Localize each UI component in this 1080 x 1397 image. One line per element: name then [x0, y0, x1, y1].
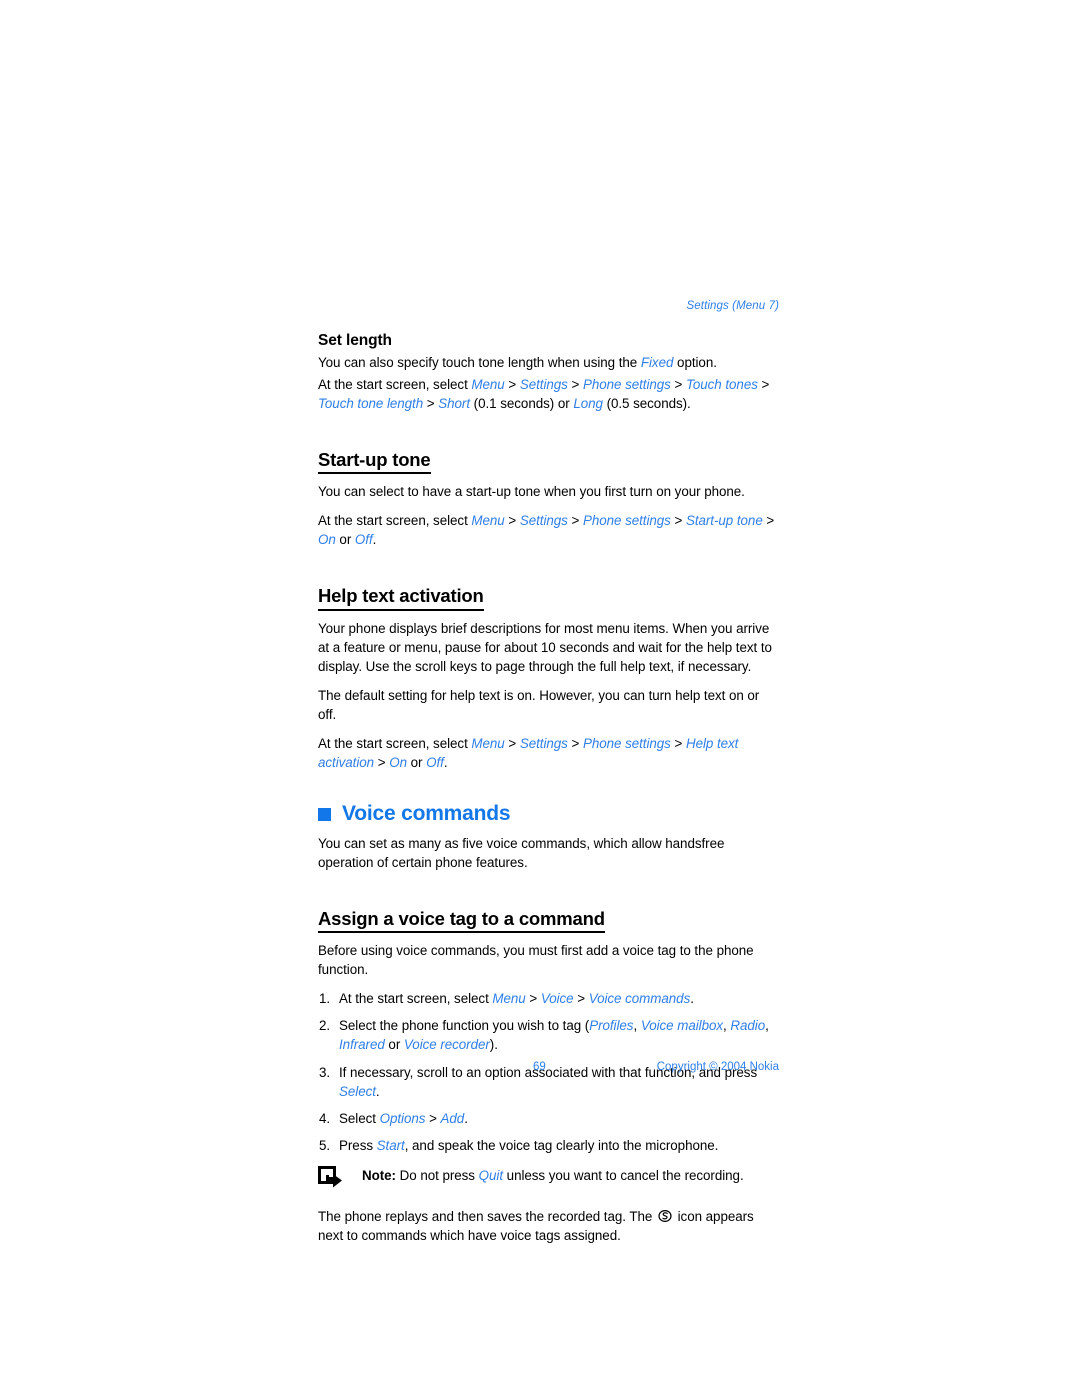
- ui-ref-voice-recorder: Voice recorder: [403, 1037, 490, 1053]
- copyright-notice: Copyright © 2004 Nokia: [656, 1061, 779, 1073]
- note-callout: Note: Do not press Quit unless you want …: [318, 1165, 779, 1191]
- ui-ref-voice: Voice: [540, 991, 574, 1007]
- ui-ref-radio: Radio: [730, 1018, 766, 1034]
- ui-ref-long: Long: [573, 396, 603, 412]
- text-fragment: unless you want to cancel the recording.: [503, 1167, 744, 1183]
- note-text: Note: Do not press Quit unless you want …: [362, 1165, 744, 1185]
- list-item-number: 2.: [319, 1018, 331, 1034]
- list-item-number: 5.: [319, 1137, 331, 1153]
- ui-ref-startup-tone: Start-up tone: [685, 513, 763, 529]
- ui-ref-settings: Settings: [519, 377, 568, 393]
- heading-assign-voice-tag: Assign a voice tag to a command: [318, 908, 605, 934]
- list-item-number: 4.: [319, 1110, 331, 1126]
- text-fragment: At the start screen, select: [339, 991, 493, 1007]
- text-fragment: Do not press: [395, 1167, 479, 1183]
- paragraph-set-length-intro: You can also specify touch tone length w…: [318, 353, 779, 372]
- paragraph-help-text-2: The default setting for help text is on.…: [318, 687, 760, 722]
- text-fragment: .: [372, 532, 377, 548]
- ui-ref-short: Short: [438, 396, 471, 412]
- text-fragment: Select: [339, 1110, 380, 1126]
- text-fragment: The phone replays and then saves the rec…: [318, 1208, 656, 1224]
- text-fragment: or: [406, 754, 427, 770]
- paragraph-assign-voice-tag-intro: Before using voice commands, you must fi…: [318, 943, 754, 978]
- ui-ref-infrared: Infrared: [339, 1037, 385, 1053]
- text-fragment: option.: [673, 355, 717, 370]
- ui-ref-profiles: Profiles: [589, 1018, 634, 1034]
- paragraph-closing: The phone replays and then saves the rec…: [318, 1207, 779, 1245]
- ui-ref-phone-settings: Phone settings: [582, 377, 671, 393]
- text-fragment: Press: [339, 1137, 377, 1153]
- running-header: Settings (Menu 7): [686, 300, 779, 312]
- ui-ref-voice-commands: Voice commands: [588, 991, 691, 1007]
- ui-ref-settings: Settings: [519, 513, 568, 529]
- text-fragment: At the start screen, select: [318, 735, 472, 751]
- ui-ref-touch-tones: Touch tones: [685, 377, 758, 393]
- ui-ref-menu: Menu: [471, 377, 505, 393]
- ui-ref-off: Off: [426, 754, 444, 770]
- text-fragment: At the start screen, select: [318, 377, 472, 393]
- paragraph-voice-commands-intro: You can set as many as five voice comman…: [318, 836, 725, 871]
- ui-ref-menu: Menu: [471, 513, 505, 529]
- paragraph-startup-tone-intro: You can select to have a start-up tone w…: [318, 484, 745, 500]
- text-fragment: You can also specify touch tone length w…: [318, 355, 641, 370]
- page-number: 69: [533, 1061, 546, 1073]
- chapter-heading-voice-commands: Voice commands: [318, 802, 779, 825]
- ui-ref-menu: Menu: [492, 991, 526, 1007]
- heading-startup-tone: Start-up tone: [318, 449, 431, 475]
- voice-tag-icon: [658, 1209, 672, 1223]
- ui-ref-on: On: [318, 532, 336, 548]
- document-page: Settings (Menu 7) Set length You can als…: [0, 0, 1080, 1397]
- ui-ref-quit: Quit: [478, 1167, 503, 1183]
- list-item: 1. At the start screen, select Menu > Voi…: [318, 989, 779, 1008]
- text-fragment: (0.1 seconds) or: [470, 396, 574, 412]
- paragraph-help-text-path: At the start screen, select Menu > Setti…: [318, 735, 739, 770]
- text-fragment: or: [335, 532, 355, 548]
- text-fragment: Select the phone function you wish to ta…: [339, 1018, 590, 1034]
- ui-ref-voice-mailbox: Voice mailbox: [640, 1018, 724, 1034]
- text-fragment: .: [375, 1083, 380, 1099]
- ui-ref-off: Off: [354, 532, 373, 548]
- paragraph-help-text-1: Your phone displays brief descriptions f…: [318, 620, 772, 674]
- heading-help-text-activation: Help text activation: [318, 585, 484, 611]
- text-fragment: , and speak the voice tag clearly into t…: [404, 1137, 719, 1153]
- ui-ref-phone-settings: Phone settings: [582, 513, 671, 529]
- ui-ref-settings: Settings: [519, 735, 568, 751]
- text-fragment: (0.5 seconds).: [602, 396, 691, 412]
- filled-square-icon: [318, 807, 331, 821]
- text-fragment: ).: [489, 1037, 498, 1053]
- ui-ref-touch-tone-length: Touch tone length: [318, 396, 424, 412]
- text-fragment: At the start screen, select: [318, 513, 472, 529]
- ui-ref-add: Add: [440, 1110, 465, 1126]
- list-item: 2. Select the phone function you wish to …: [319, 1018, 769, 1053]
- chapter-heading-label: Voice commands: [342, 801, 511, 825]
- ui-ref-menu: Menu: [471, 735, 505, 751]
- page-footer: 69 Copyright © 2004 Nokia: [318, 1061, 779, 1073]
- ui-ref-select: Select: [339, 1083, 376, 1099]
- note-label: Note:: [362, 1167, 396, 1183]
- content-column: Settings (Menu 7) Set length You can als…: [318, 300, 779, 1255]
- text-fragment: or: [384, 1037, 404, 1053]
- text-fragment: .: [443, 754, 448, 770]
- text-fragment: .: [464, 1110, 468, 1126]
- list-item-number: 1.: [319, 991, 331, 1007]
- ui-ref-on: On: [389, 754, 407, 770]
- ui-ref-phone-settings: Phone settings: [582, 735, 671, 751]
- ui-ref-start: Start: [376, 1137, 405, 1153]
- list-item: 5. Press Start, and speak the voice tag c…: [318, 1136, 779, 1155]
- heading-set-length: Set length: [318, 332, 392, 349]
- paragraph-startup-tone-path: At the start screen, select Menu > Setti…: [318, 513, 775, 548]
- list-item: 4. Select Options > Add.: [318, 1109, 779, 1128]
- text-fragment: .: [690, 991, 694, 1007]
- note-arrow-icon: [318, 1165, 344, 1190]
- ui-ref-options: Options: [379, 1110, 426, 1126]
- ui-ref-fixed: Fixed: [640, 355, 674, 370]
- paragraph-set-length-path: At the start screen, select Menu > Setti…: [318, 377, 770, 412]
